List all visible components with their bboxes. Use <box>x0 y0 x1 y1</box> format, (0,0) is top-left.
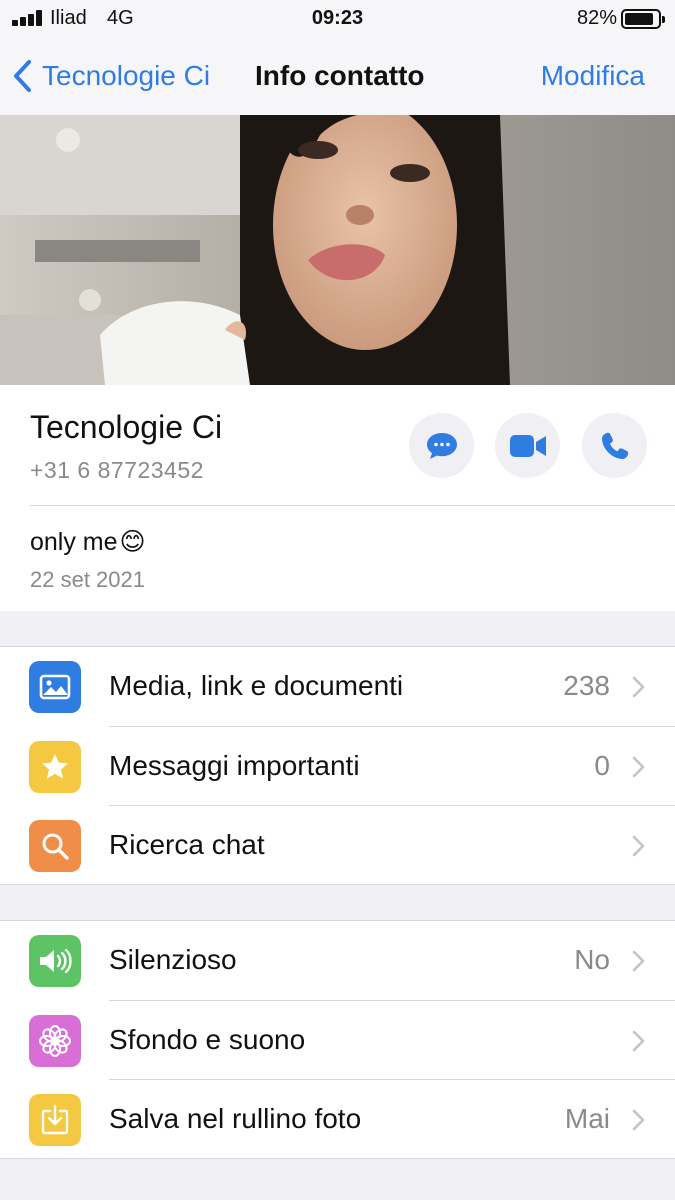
row-label: Sfondo e suono <box>109 1023 306 1055</box>
contact-name: Tecnologie Ci <box>30 409 223 445</box>
phone-icon <box>601 432 628 459</box>
chevron-right-icon <box>632 1109 645 1131</box>
chevron-right-icon <box>632 1030 645 1051</box>
voice-call-button[interactable] <box>582 413 647 478</box>
video-call-button[interactable] <box>495 413 560 478</box>
chevron-left-icon <box>14 60 31 92</box>
row-label: Messaggi importanti <box>109 749 360 781</box>
message-icon <box>426 432 457 459</box>
save-to-camera-roll-row[interactable]: Salva nel rullino foto Mai <box>0 1080 675 1160</box>
profile-photo[interactable] <box>0 115 675 385</box>
star-icon <box>29 740 81 793</box>
about-label: only me <box>30 527 118 556</box>
chat-settings-group: Silenzioso No Sfondo e suono Salva nel r… <box>0 920 675 1159</box>
edit-button[interactable]: Modifica <box>541 60 645 92</box>
status-bar: Iliad 4G 09:23 82% <box>0 0 675 38</box>
chevron-right-icon <box>632 676 645 698</box>
search-icon <box>29 820 81 872</box>
smile-emoji-icon: 😊 <box>119 528 146 556</box>
save-icon <box>29 1094 81 1146</box>
message-button[interactable] <box>409 413 474 478</box>
mute-value: No <box>574 944 610 975</box>
contact-card: Tecnologie Ci +31 6 87723452 only me 😊 2… <box>0 385 675 611</box>
about-date: 22 set 2021 <box>30 567 145 592</box>
chat-search-row[interactable]: Ricerca chat <box>0 806 675 886</box>
page-title: Info contatto <box>255 60 425 91</box>
save-value: Mai <box>564 1103 610 1134</box>
wallpaper-sound-row[interactable]: Sfondo e suono <box>0 1001 675 1080</box>
flower-icon <box>29 1014 81 1067</box>
back-button[interactable]: Tecnologie Ci <box>12 54 210 98</box>
row-label: Ricerca chat <box>109 829 265 860</box>
header: Iliad 4G 09:23 82% Tecnologie Ci Info co… <box>0 0 675 115</box>
speaker-icon <box>29 935 81 987</box>
contact-options-group: Media, link e documenti 238 Messaggi imp… <box>0 646 675 885</box>
back-button-label: Tecnologie Ci <box>42 60 211 91</box>
video-call-icon <box>509 434 546 457</box>
chevron-right-icon <box>632 835 645 857</box>
media-count: 238 <box>563 670 610 701</box>
starred-count: 0 <box>594 749 610 781</box>
battery-percentage: 82% <box>576 7 617 29</box>
navigation-bar: Tecnologie Ci Info contatto Modifica <box>0 48 675 104</box>
status-time: 09:23 <box>311 7 364 29</box>
battery-icon <box>621 9 665 29</box>
about-text: only me 😊 <box>30 527 146 557</box>
divider <box>30 505 675 506</box>
chevron-right-icon <box>632 756 645 777</box>
photo-icon <box>29 661 81 713</box>
mute-row[interactable]: Silenzioso No <box>0 921 675 1001</box>
contact-phone[interactable]: +31 6 87723452 <box>30 457 204 484</box>
media-links-docs-row[interactable]: Media, link e documenti 238 <box>0 647 675 727</box>
chevron-right-icon <box>632 950 645 972</box>
starred-messages-row[interactable]: Messaggi importanti 0 <box>0 727 675 806</box>
row-label: Media, link e documenti <box>109 670 404 701</box>
row-label: Salva nel rullino foto <box>109 1103 362 1134</box>
row-label: Silenzioso <box>109 944 237 975</box>
